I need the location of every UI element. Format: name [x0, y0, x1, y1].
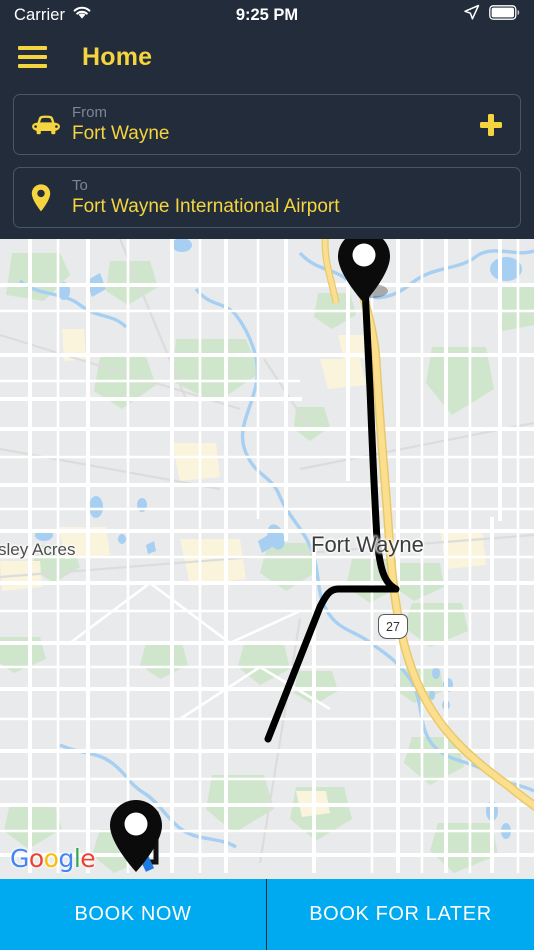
bottom-action-bar: BOOK NOW BOOK FOR LATER — [0, 879, 534, 950]
from-field-texts: From Fort Wayne — [72, 104, 476, 145]
to-value[interactable]: Fort Wayne International Airport — [72, 196, 506, 218]
map-view[interactable]: Fort Wayne sley Acres 27 Fort Wayne Intl… — [0, 239, 534, 879]
hamburger-line — [18, 55, 47, 59]
hamburger-menu-icon[interactable] — [18, 46, 47, 68]
map-pin-icon — [30, 183, 72, 213]
to-label: To — [72, 177, 88, 194]
trip-search-panel: From Fort Wayne To Fort Wayne Internatio… — [0, 84, 534, 239]
from-value[interactable]: Fort Wayne — [72, 123, 476, 145]
hamburger-line — [18, 46, 47, 50]
wifi-icon — [72, 5, 92, 25]
carrier-label: Carrier — [14, 5, 66, 24]
status-bar-right — [463, 4, 520, 26]
navigation-bar: Home — [0, 30, 534, 84]
battery-full-icon — [489, 5, 520, 25]
plus-icon[interactable] — [476, 110, 506, 140]
page-title: Home — [82, 42, 153, 71]
car-icon — [30, 113, 72, 137]
hamburger-line — [18, 64, 47, 68]
book-for-later-button[interactable]: BOOK FOR LATER — [267, 879, 534, 950]
location-arrow-icon — [463, 4, 480, 26]
map-basemap — [0, 239, 534, 873]
highway-shield-27: 27 — [378, 614, 408, 639]
book-now-button[interactable]: BOOK NOW — [0, 879, 267, 950]
to-field[interactable]: To Fort Wayne International Airport — [13, 167, 521, 228]
status-bar-left: Carrier — [14, 5, 92, 25]
from-label: From — [72, 104, 107, 121]
status-bar: Carrier 9:25 PM — [0, 0, 534, 30]
app-screen: Carrier 9:25 PM Home From Fort Wayne To … — [0, 0, 534, 950]
from-field[interactable]: From Fort Wayne — [13, 94, 521, 155]
to-field-texts: To Fort Wayne International Airport — [72, 177, 506, 218]
